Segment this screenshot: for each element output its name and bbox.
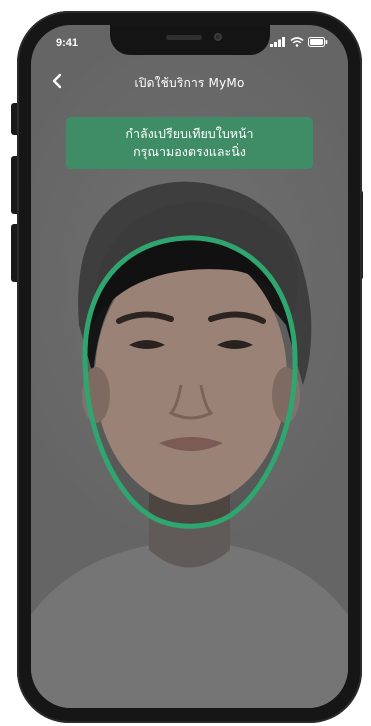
battery-icon [308,37,328,47]
wifi-icon [290,37,304,47]
instruction-line-1: กำลังเปรียบเทียบใบหน้า [125,126,254,141]
device-mockup: 9:41 เปิดใช้บริการ MyMo กำลังเปรียบเทียบ… [0,0,371,726]
phone-frame: 9:41 เปิดใช้บริการ MyMo กำลังเปรียบเทียบ… [17,11,362,723]
navigation-bar: เปิดใช้บริการ MyMo [31,65,348,101]
camera-screen: 9:41 เปิดใช้บริการ MyMo กำลังเปรียบเทียบ… [31,25,348,708]
status-icons [270,37,328,47]
cellular-signal-icon [270,37,286,47]
page-title: เปิดใช้บริการ MyMo [134,76,245,90]
instruction-banner: กำลังเปรียบเทียบใบหน้า กรุณามองตรงและนิ่… [66,117,313,169]
status-bar: 9:41 [31,25,348,59]
status-time: 9:41 [56,37,79,49]
instruction-line-2: กรุณามองตรงและนิ่ง [133,144,246,159]
